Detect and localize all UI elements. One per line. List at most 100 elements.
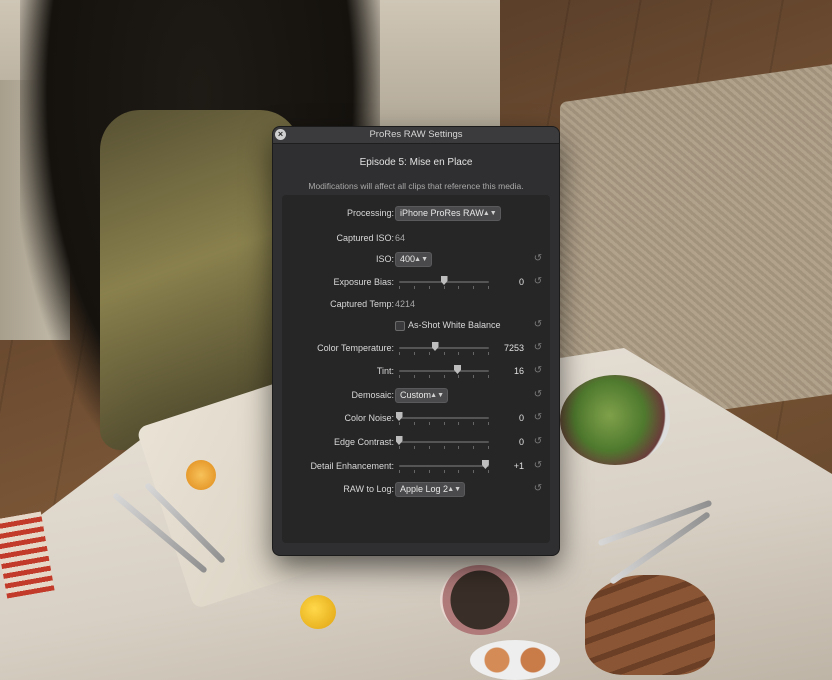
iso-popup[interactable]: 400 ▲▼ [395, 252, 433, 267]
edge-contrast-label: Edge Contrast: [333, 437, 394, 447]
slider-tick [443, 286, 445, 289]
slider-tick [399, 352, 400, 355]
slider-tick [458, 286, 460, 289]
raw-to-log-value: Apple Log 2 [400, 484, 449, 494]
slider-tick [428, 422, 430, 425]
slider-tick [428, 446, 430, 449]
slider-tick [488, 470, 489, 473]
slider-tick [458, 375, 460, 378]
slider-tick [473, 446, 475, 449]
color-temperature-label: Color Temperature: [317, 343, 394, 353]
exposure-bias-reset-icon[interactable]: ↺ [532, 276, 544, 288]
edge-contrast-row: Edge Contrast: 0 ↺ [282, 434, 550, 450]
slider-tick [473, 375, 475, 378]
tint-reset-icon[interactable]: ↺ [532, 365, 544, 377]
captured-iso-row: Captured ISO: 64 [282, 230, 550, 246]
prores-raw-settings-dialog: × ProRes RAW Settings Episode 5: Mise en… [273, 127, 559, 555]
slider-thumb[interactable] [395, 412, 403, 421]
slider-tick [473, 286, 475, 289]
exposure-bias-slider[interactable] [399, 274, 489, 290]
color-noise-slider[interactable] [395, 410, 489, 426]
exposure-bias-row: Exposure Bias: 0 ↺ [282, 274, 550, 290]
detail-enhancement-slider[interactable] [399, 458, 489, 474]
slider-tick [488, 375, 489, 378]
chevron-updown-icon: ▲▼ [430, 392, 445, 399]
slider-tick [458, 446, 460, 449]
slider-tick [443, 422, 445, 425]
slider-thumb[interactable] [454, 365, 461, 374]
eggs-bowl [470, 640, 560, 680]
slider-track [399, 441, 489, 443]
close-icon[interactable]: × [275, 129, 286, 140]
captured-temp-label: Captured Temp: [330, 299, 394, 309]
slider-tick [443, 375, 445, 378]
exposure-bias-value: 0 [518, 277, 524, 287]
slider-track [399, 347, 489, 349]
slider-tick [458, 470, 460, 473]
bread-loaf [585, 575, 715, 675]
captured-temp-row: Captured Temp: 4214 [282, 296, 550, 312]
captured-iso-value: 64 [395, 233, 406, 243]
demosaic-value: Custom [400, 390, 432, 400]
slider-tick [428, 352, 430, 355]
tint-slider[interactable] [399, 363, 489, 379]
as-shot-white-balance-label: As-Shot White Balance [408, 320, 501, 330]
slider-tick [443, 470, 445, 473]
settings-panel: Processing: iPhone ProRes RAW ▲▼ Capture… [282, 195, 550, 543]
color-temperature-slider[interactable] [399, 340, 489, 356]
iso-label: ISO: [375, 254, 394, 264]
color-noise-reset-icon[interactable]: ↺ [532, 412, 544, 424]
slider-tick [488, 286, 489, 289]
slider-track [399, 417, 489, 419]
orange-slice [186, 460, 216, 490]
slider-track [399, 370, 489, 372]
detail-enhancement-reset-icon[interactable]: ↺ [532, 460, 544, 472]
spice-bowl [440, 565, 520, 635]
salad-bowl [560, 375, 670, 465]
raw-to-log-label: RAW to Log: [343, 484, 394, 494]
chevron-updown-icon: ▲▼ [482, 210, 497, 217]
slider-tick [473, 352, 475, 355]
tint-row: Tint: 16 ↺ [282, 363, 550, 379]
edge-contrast-slider[interactable] [395, 434, 489, 450]
processing-value: iPhone ProRes RAW [400, 208, 484, 218]
raw-to-log-popup[interactable]: Apple Log 2 ▲▼ [395, 482, 466, 497]
slider-tick [413, 375, 415, 378]
slider-tick [413, 470, 415, 473]
color-temperature-reset-icon[interactable]: ↺ [532, 342, 544, 354]
slider-tick [413, 446, 415, 449]
captured-temp-value: 4214 [395, 299, 416, 309]
iso-value: 400 [400, 254, 416, 264]
slider-track [399, 465, 489, 467]
edge-contrast-reset-icon[interactable]: ↺ [532, 436, 544, 448]
slider-thumb[interactable] [395, 436, 403, 445]
slider-tick [428, 286, 430, 289]
processing-row: Processing: iPhone ProRes RAW ▲▼ [282, 205, 550, 221]
demosaic-popup[interactable]: Custom ▲▼ [395, 388, 449, 403]
as-shot-row: As-Shot White Balance ↺ [282, 317, 550, 333]
title-bar: × ProRes RAW Settings [273, 127, 559, 144]
iso-reset-icon[interactable]: ↺ [532, 253, 544, 265]
slider-tick [399, 422, 400, 425]
slider-tick [443, 446, 445, 449]
iso-row: ISO: 400 ▲▼ ↺ [282, 251, 550, 267]
as-shot-reset-icon[interactable]: ↺ [532, 319, 544, 331]
color-noise-value: 0 [518, 413, 524, 423]
as-shot-white-balance-checkbox[interactable] [395, 321, 405, 331]
color-noise-row: Color Noise: 0 ↺ [282, 410, 550, 426]
slider-thumb[interactable] [431, 342, 439, 351]
processing-popup[interactable]: iPhone ProRes RAW ▲▼ [395, 206, 501, 221]
detail-enhancement-row: Detail Enhancement: +1 ↺ [282, 458, 550, 474]
slider-thumb[interactable] [481, 460, 489, 469]
edge-contrast-value: 0 [518, 437, 524, 447]
raw-to-log-row: RAW to Log: Apple Log 2 ▲▼ ↺ [282, 481, 550, 497]
demosaic-reset-icon[interactable]: ↺ [532, 389, 544, 401]
raw-to-log-reset-icon[interactable]: ↺ [532, 483, 544, 495]
detail-enhancement-label: Detail Enhancement: [310, 461, 394, 471]
slider-thumb[interactable] [440, 276, 448, 285]
slider-tick [488, 446, 489, 449]
slider-tick [473, 470, 475, 473]
exposure-bias-label: Exposure Bias: [333, 277, 394, 287]
demosaic-row: Demosaic: Custom ▲▼ ↺ [282, 387, 550, 403]
slider-tick [443, 352, 445, 355]
